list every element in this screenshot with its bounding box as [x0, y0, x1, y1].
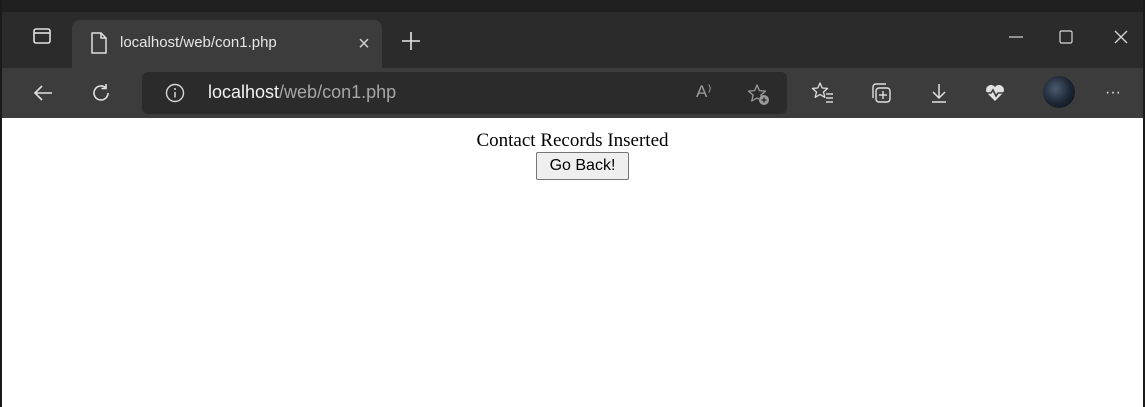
downloads-icon[interactable]: [924, 78, 954, 108]
back-arrow-icon[interactable]: [28, 78, 58, 108]
info-icon[interactable]: [164, 82, 186, 104]
window-close-icon[interactable]: [1099, 22, 1143, 52]
go-back-button[interactable]: Go Back!: [536, 152, 629, 180]
collections-icon[interactable]: [866, 78, 896, 108]
read-aloud-icon[interactable]: A⁾: [696, 82, 712, 102]
tab-close-button[interactable]: ×: [354, 34, 374, 54]
minimize-icon[interactable]: [994, 22, 1038, 52]
tab-strip: localhost/web/con1.php ×: [2, 0, 1143, 70]
browser-essentials-icon[interactable]: [980, 78, 1010, 108]
page-icon: [90, 32, 110, 56]
tab-title: localhost/web/con1.php: [120, 34, 277, 51]
status-message: Contact Records Inserted: [476, 130, 669, 151]
refresh-icon[interactable]: [86, 78, 116, 108]
favorites-icon[interactable]: [808, 78, 838, 108]
url-path: /web/con1.php: [279, 82, 397, 102]
toolbar: localhost/web/con1.php A⁾ ···: [2, 68, 1143, 118]
new-tab-icon[interactable]: [398, 28, 424, 54]
maximize-icon[interactable]: [1044, 22, 1088, 52]
tab-actions-icon[interactable]: [28, 22, 56, 50]
add-favorite-icon[interactable]: [746, 82, 772, 108]
active-tab[interactable]: localhost/web/con1.php ×: [72, 20, 382, 68]
url-host: localhost: [208, 82, 280, 102]
page-content: Contact Records Inserted Go Back!: [2, 118, 1143, 407]
profile-avatar[interactable]: [1043, 76, 1075, 108]
url-text[interactable]: localhost/web/con1.php: [208, 82, 396, 103]
more-options-icon[interactable]: ···: [1098, 78, 1128, 108]
browser-window: localhost/web/con1.php × localhost/web/c…: [0, 0, 1145, 407]
address-bar[interactable]: localhost/web/con1.php A⁾: [142, 72, 787, 114]
